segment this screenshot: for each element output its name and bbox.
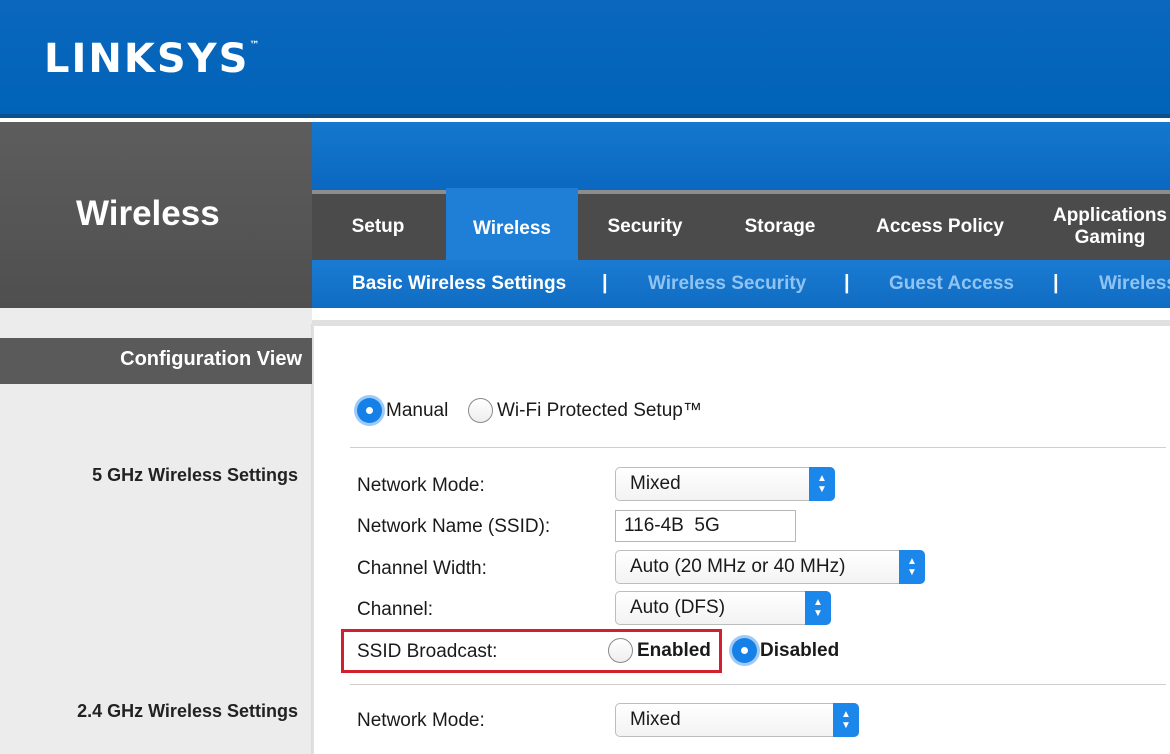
subtab-separator: | bbox=[1053, 272, 1059, 294]
ssid-input[interactable]: 116-4B 5G bbox=[615, 510, 796, 542]
chevron-updown-icon: ▲ ▼ bbox=[833, 703, 859, 737]
radio-wps-label: Wi-Fi Protected Setup™ bbox=[497, 400, 702, 421]
network-mode-select[interactable]: Mixed ▲ ▼ bbox=[615, 467, 835, 501]
chevron-updown-icon: ▲ ▼ bbox=[899, 550, 925, 584]
subtab-guest-access[interactable]: Guest Access bbox=[889, 260, 1014, 308]
subtab-wireless-security[interactable]: Wireless Security bbox=[648, 260, 806, 308]
radio-manual[interactable] bbox=[357, 398, 382, 423]
subtab-basic-wireless-settings[interactable]: Basic Wireless Settings bbox=[352, 260, 566, 308]
main-tabs: Setup Wireless Security Storage Access P… bbox=[312, 188, 1170, 260]
subtab-wireless-more[interactable]: Wireless bbox=[1099, 260, 1170, 308]
section-label-5ghz: 5 GHz Wireless Settings bbox=[92, 465, 298, 485]
radio-wps[interactable] bbox=[468, 398, 493, 423]
sub-tabs: Basic Wireless Settings | Wireless Secur… bbox=[312, 260, 1170, 308]
header-strip bbox=[312, 122, 1170, 190]
config-view-band: Configuration View bbox=[0, 338, 312, 384]
tab-security[interactable]: Security bbox=[590, 194, 700, 260]
tab-storage[interactable]: Storage bbox=[724, 194, 836, 260]
tab-wireless[interactable]: Wireless bbox=[446, 188, 578, 260]
subtab-separator: | bbox=[602, 272, 608, 294]
network-mode-label: Network Mode: bbox=[357, 475, 485, 496]
channel-width-select[interactable]: Auto (20 MHz or 40 MHz) ▲ ▼ bbox=[615, 550, 925, 584]
network-mode-24-select[interactable]: Mixed ▲ ▼ bbox=[615, 703, 859, 737]
page-title: Wireless bbox=[76, 194, 220, 233]
config-view-title: Configuration View bbox=[120, 348, 302, 370]
radio-ssid-disabled[interactable] bbox=[732, 638, 757, 663]
network-mode-24-label: Network Mode: bbox=[357, 710, 485, 731]
channel-select[interactable]: Auto (DFS) ▲ ▼ bbox=[615, 591, 831, 625]
ssid-label: Network Name (SSID): bbox=[357, 516, 551, 537]
brand-header: LINKSYS™ bbox=[0, 0, 1170, 118]
tab-applications-gaming[interactable]: Applications Gaming bbox=[1042, 194, 1170, 260]
section-label-24ghz: 2.4 GHz Wireless Settings bbox=[77, 701, 298, 721]
channel-width-label: Channel Width: bbox=[357, 558, 487, 579]
chevron-updown-icon: ▲ ▼ bbox=[805, 591, 831, 625]
chevron-updown-icon: ▲ ▼ bbox=[809, 467, 835, 501]
divider bbox=[350, 447, 1166, 448]
channel-label: Channel: bbox=[357, 599, 434, 620]
subtab-separator: | bbox=[844, 272, 850, 294]
divider bbox=[350, 684, 1166, 685]
linksys-logo: LINKSYS™ bbox=[44, 36, 260, 82]
tab-access-policy[interactable]: Access Policy bbox=[860, 194, 1020, 260]
ssid-broadcast-highlight bbox=[341, 629, 722, 673]
radio-ssid-disabled-label: Disabled bbox=[760, 640, 840, 661]
radio-manual-label: Manual bbox=[386, 400, 449, 421]
tab-setup[interactable]: Setup bbox=[322, 194, 434, 260]
